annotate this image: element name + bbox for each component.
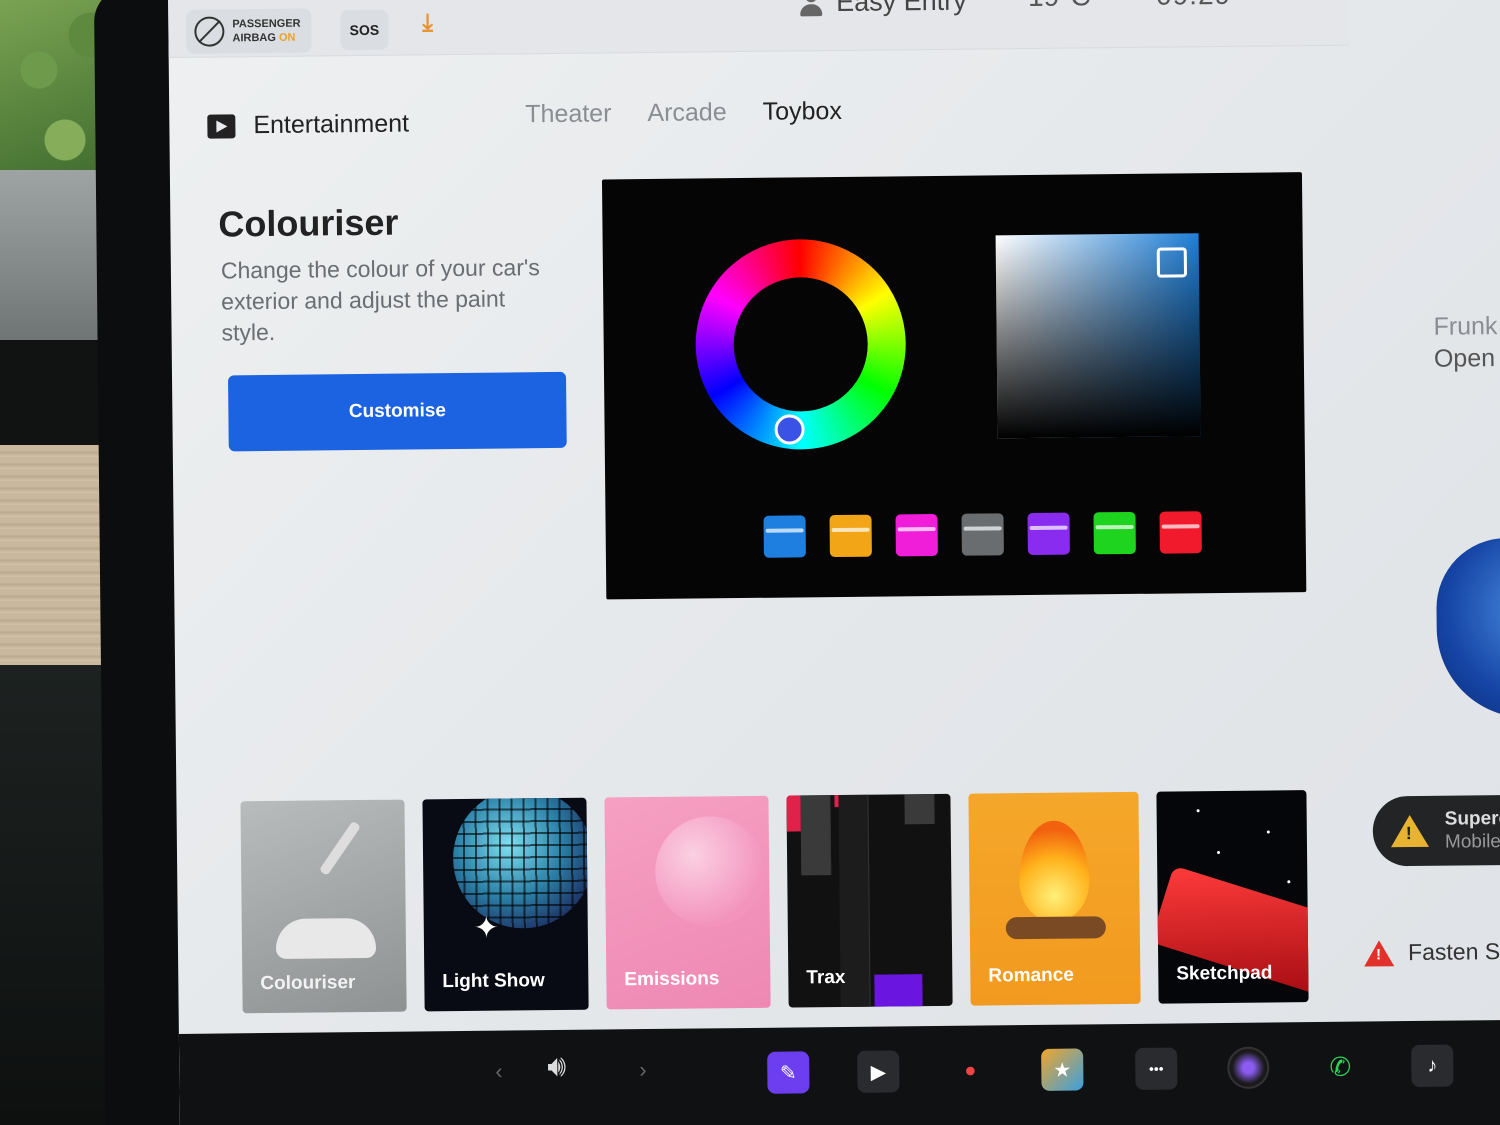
passenger-airbag-indicator: PASSENGER AIRBAG ON	[186, 8, 312, 54]
hue-wheel[interactable]	[694, 238, 907, 451]
volume-icon[interactable]: 🔊︎	[547, 1050, 566, 1084]
film-icon	[207, 113, 236, 139]
colour-swatches	[763, 511, 1202, 558]
saturation-handle[interactable]	[1156, 247, 1188, 278]
theater-icon[interactable]: ▶	[857, 1050, 900, 1093]
app-tile-sketchpad[interactable]: Sketchpad	[1156, 790, 1309, 1004]
app-label: Colouriser	[260, 972, 356, 995]
frunk-status[interactable]: Frunk Open	[1433, 310, 1498, 375]
phone-icon[interactable]: ✆	[1319, 1046, 1361, 1088]
alert-title: Superc	[1444, 808, 1500, 830]
entertainment-tabs: Theater Arcade Toybox	[525, 97, 842, 129]
whoopee-cushion-icon	[654, 815, 766, 927]
app-tile-colouriser[interactable]: Colouriser	[240, 799, 407, 1014]
piano-key	[800, 795, 832, 876]
airbag-state: ON	[278, 31, 296, 44]
toybox-apps: Colouriser ✦ Light Show Emissions Trax R…	[240, 790, 1309, 1014]
alert-subtitle: Mobile	[1444, 831, 1500, 853]
tab-theater[interactable]: Theater	[525, 99, 611, 129]
star	[1196, 809, 1200, 813]
app-tile-romance[interactable]: Romance	[968, 791, 1141, 1006]
app-label: Light Show	[442, 970, 545, 993]
disco-ball-icon	[452, 797, 589, 930]
driver-profile[interactable]: Easy Entry	[800, 0, 967, 18]
colour-swatch[interactable]	[1093, 511, 1136, 555]
colour-swatch[interactable]	[1159, 511, 1202, 554]
logs-icon	[1005, 916, 1106, 940]
app-tile-emissions[interactable]: Emissions	[604, 795, 771, 1010]
seatbelt-warning: Fasten Se	[1363, 937, 1500, 967]
tab-arcade[interactable]: Arcade	[647, 98, 727, 128]
sparkle-icon: ✦	[473, 911, 500, 945]
feature-description: Change the colour of your car's exterior…	[220, 254, 540, 346]
app-label: Emissions	[624, 968, 720, 991]
colour-swatch[interactable]	[829, 514, 872, 558]
car-render	[1435, 537, 1500, 719]
more-icon[interactable]: •••	[1135, 1047, 1178, 1090]
sos-button[interactable]: SOS	[340, 9, 389, 51]
status-bar: PASSENGER AIRBAG ON SOS ⤓ Easy Entry 19°…	[168, 0, 1349, 58]
star	[1266, 830, 1270, 834]
app-tile-light-show[interactable]: ✦ Light Show	[422, 797, 589, 1012]
trax-note	[874, 974, 923, 1008]
colour-swatch[interactable]	[961, 513, 1004, 556]
star	[1217, 851, 1221, 855]
seatbelt-warning-icon	[1363, 939, 1395, 967]
toybox-icon[interactable]: ★	[1041, 1048, 1084, 1091]
piano-key	[904, 794, 935, 825]
seatbelt-warning-text: Fasten Se	[1407, 937, 1500, 966]
profile-name: Easy Entry	[835, 0, 967, 18]
joystick-icon[interactable]: ●	[949, 1049, 991, 1091]
touchscreen: PASSENGER AIRBAG ON SOS ⤓ Easy Entry 19°…	[168, 0, 1500, 1125]
app-tile-trax[interactable]: Trax	[786, 793, 953, 1008]
person-icon	[800, 0, 822, 16]
music-icon[interactable]: ♪	[1411, 1044, 1454, 1088]
frunk-state: Open	[1433, 344, 1496, 373]
airbag-label: PASSENGER	[232, 17, 301, 31]
warning-icon	[1390, 814, 1429, 848]
star	[1287, 880, 1291, 884]
colour-swatch[interactable]	[895, 513, 938, 557]
colour-swatch[interactable]	[1027, 512, 1070, 556]
colour-swatch[interactable]	[763, 515, 806, 558]
airbag-off-icon	[194, 16, 225, 47]
hue-wheel-center	[733, 276, 869, 413]
entertainment-header: Entertainment	[207, 109, 409, 140]
fireplace-icon	[1018, 820, 1090, 922]
saturation-value-square[interactable]	[995, 233, 1201, 439]
photo-surroundings: PASSENGER AIRBAG ON SOS ⤓ Easy Entry 19°…	[0, 0, 1500, 1125]
customise-button[interactable]: Customise	[227, 371, 567, 452]
camera-icon[interactable]	[1227, 1046, 1270, 1089]
tab-toybox[interactable]: Toybox	[763, 97, 843, 127]
clock: 09:29	[1156, 0, 1231, 12]
download-icon[interactable]: ⤓	[422, 9, 433, 37]
bottom-dock: ‹ 🔊︎ › ✎ ▶ ● ★ ••• ✆ ♪	[178, 1019, 1500, 1125]
colour-picker-panel	[601, 172, 1307, 600]
trax-note	[786, 795, 801, 832]
dropper-icon	[318, 820, 362, 876]
supercharger-alert[interactable]: Superc Mobile	[1372, 794, 1500, 867]
feature-title: Colouriser	[218, 201, 399, 245]
app-label: Romance	[988, 964, 1074, 987]
frunk-label: Frunk	[1433, 312, 1498, 341]
page-title: Entertainment	[253, 109, 410, 140]
car-silhouette-icon	[275, 917, 377, 959]
app-label: Trax	[806, 966, 846, 989]
outside-temperature: 19°C	[1028, 0, 1091, 13]
karaoke-icon[interactable]: ✎	[767, 1051, 810, 1094]
airbag-label-2: AIRBAG	[232, 31, 276, 45]
chevron-right-icon[interactable]: ›	[639, 1057, 647, 1083]
app-label: Sketchpad	[1176, 962, 1273, 985]
hue-handle[interactable]	[774, 414, 805, 445]
chevron-left-icon[interactable]: ‹	[495, 1059, 503, 1085]
